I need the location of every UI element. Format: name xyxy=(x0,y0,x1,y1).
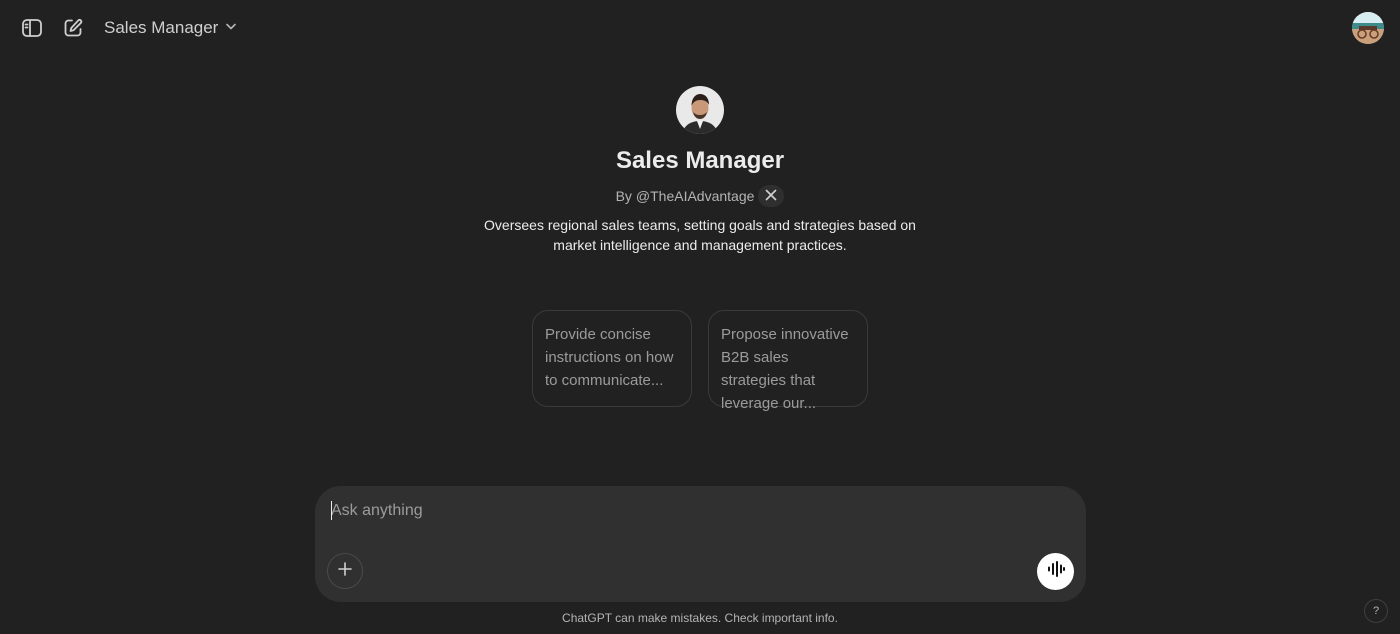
sidebar-toggle-button[interactable] xyxy=(16,12,48,44)
help-label: ? xyxy=(1372,605,1380,617)
disclaimer-text: ChatGPT can make mistakes. Check importa… xyxy=(562,611,838,625)
user-avatar[interactable] xyxy=(1352,12,1384,44)
sidebar-toggle-icon xyxy=(21,17,43,39)
top-bar: Sales Manager xyxy=(0,0,1400,56)
suggestion-card[interactable]: Propose innovative B2B sales strategies … xyxy=(708,310,868,412)
model-name: Sales Manager xyxy=(104,18,219,37)
chevron-down-icon xyxy=(224,18,238,38)
attach-button[interactable] xyxy=(327,553,363,589)
gpt-avatar xyxy=(676,86,724,134)
voice-mode-button[interactable] xyxy=(1037,553,1074,590)
author-handle: @TheAIAdvantage xyxy=(635,188,755,204)
plus-icon xyxy=(337,561,353,582)
help-button[interactable]: ? xyxy=(1364,599,1388,623)
suggestion-card[interactable]: Provide concise instructions on how to c… xyxy=(532,310,692,407)
gpt-title: Sales Manager xyxy=(615,147,785,174)
text-caret xyxy=(331,501,332,520)
gpt-description: Oversees regional sales teams, setting g… xyxy=(484,217,916,253)
prompt-input[interactable] xyxy=(330,498,1060,524)
gpt-byline: By @TheAIAdvantage xyxy=(0,185,1400,207)
suggestion-text: Provide concise instructions on how to c… xyxy=(545,326,674,389)
byline-prefix: By xyxy=(615,188,632,204)
x-logo-icon xyxy=(765,188,777,204)
voice-waveform-icon xyxy=(1046,559,1066,584)
suggestion-text: Propose innovative B2B sales strategies … xyxy=(721,326,849,412)
x-profile-link[interactable] xyxy=(758,185,785,207)
new-chat-button[interactable] xyxy=(57,12,89,44)
compose-icon xyxy=(62,17,84,39)
model-selector[interactable]: Sales Manager xyxy=(100,12,242,44)
composer xyxy=(315,486,1086,602)
